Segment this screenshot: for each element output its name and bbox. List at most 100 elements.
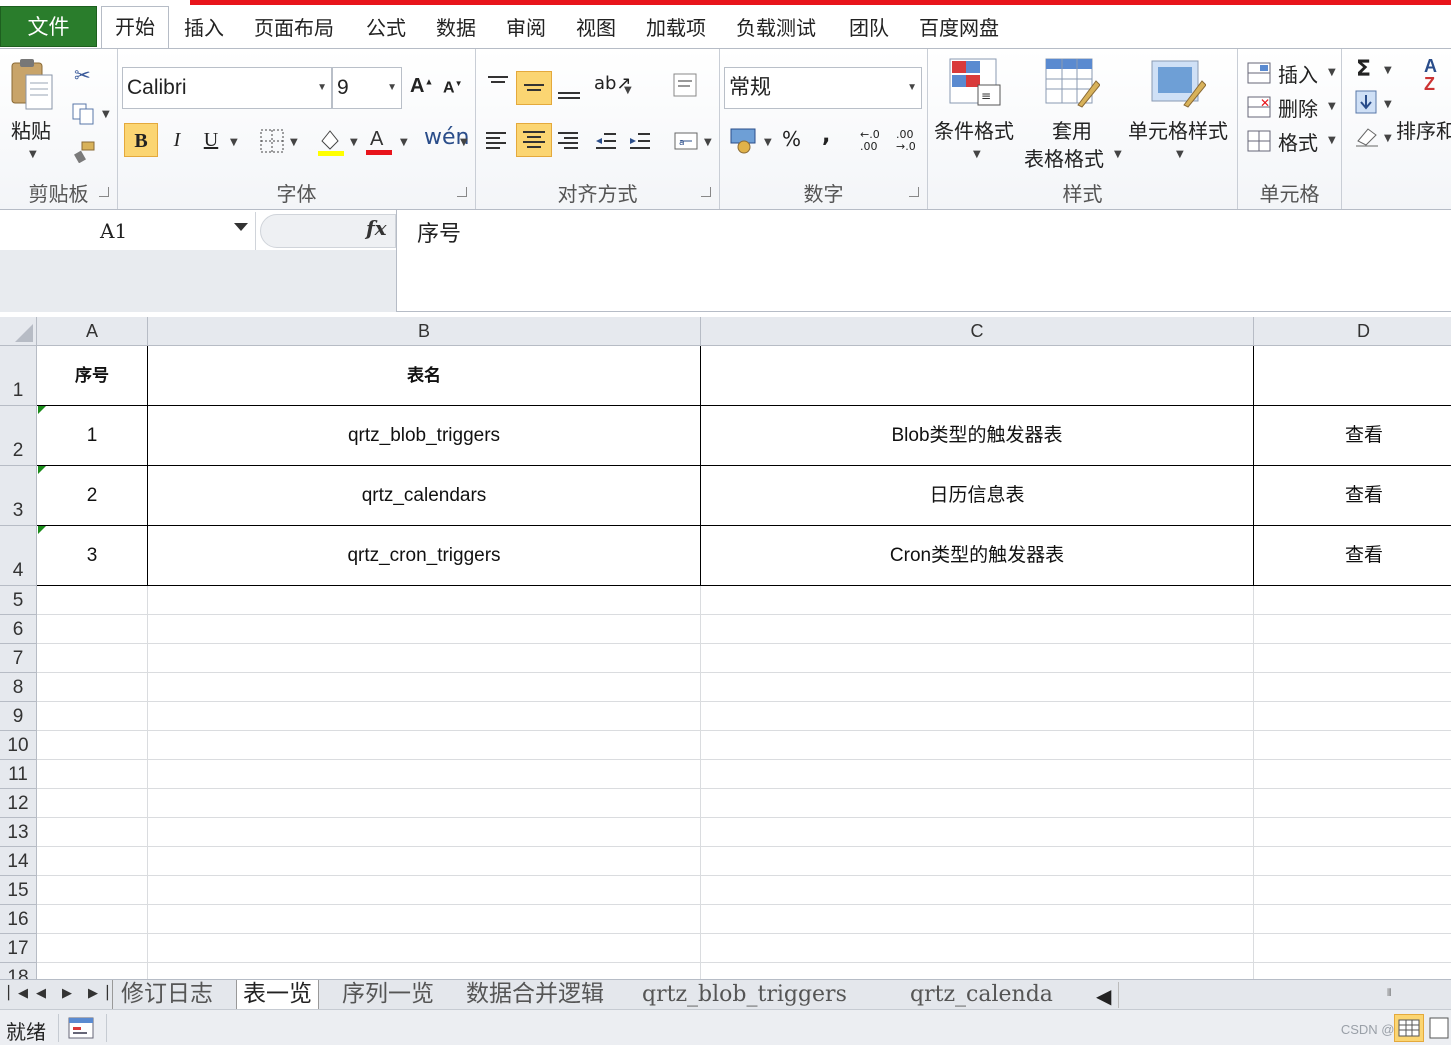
scroll-left-icon[interactable]: ◀	[1096, 984, 1111, 1008]
cell-d3-link[interactable]: 查看	[1254, 466, 1451, 525]
cell-b2[interactable]: qrtz_blob_triggers	[148, 406, 700, 465]
row-header-18[interactable]: 18	[0, 963, 37, 979]
cell-d4-link[interactable]: 查看	[1254, 526, 1451, 585]
row-header-14[interactable]: 14	[0, 847, 37, 876]
name-box-dropdown-icon[interactable]	[234, 223, 248, 231]
copy-dropdown-icon[interactable]: ▼	[102, 109, 110, 120]
page-layout-view-icon[interactable]	[1428, 1016, 1450, 1044]
wrap-text-icon[interactable]	[672, 71, 700, 103]
cell-d2-link[interactable]: 查看	[1254, 406, 1451, 465]
clear-icon[interactable]	[1354, 125, 1380, 151]
font-color-icon[interactable]: A	[364, 125, 394, 161]
font-name-combo[interactable]: Calibri ▼	[122, 67, 332, 109]
cell-b3[interactable]: qrtz_calendars	[148, 466, 700, 525]
tab-baidu-netdisk[interactable]: 百度网盘	[919, 12, 999, 41]
format-as-table-dropdown-icon[interactable]: ▼	[1114, 149, 1122, 160]
row-header-3[interactable]: 3	[0, 466, 37, 526]
name-box[interactable]: A1	[0, 212, 256, 250]
increase-decimal-icon[interactable]: ←.0.00	[860, 129, 880, 153]
cell-c3[interactable]: 日历信息表	[701, 466, 1253, 525]
format-as-table-icon[interactable]	[1044, 57, 1101, 113]
paste-button[interactable]	[10, 57, 54, 115]
conditional-format-label[interactable]: 条件格式	[934, 115, 1014, 144]
shrink-font-icon[interactable]: A▼	[443, 79, 462, 97]
column-header-a[interactable]: A	[37, 317, 148, 346]
accounting-format-icon[interactable]	[730, 125, 760, 159]
tab-page-layout[interactable]: 页面布局	[254, 12, 334, 41]
merge-center-icon[interactable]: a	[674, 129, 698, 157]
select-all-button[interactable]	[0, 317, 37, 346]
last-sheet-icon[interactable]: ▶▕	[88, 986, 108, 1001]
underline-dropdown-icon[interactable]: ▼	[230, 137, 238, 148]
row-header-7[interactable]: 7	[0, 644, 37, 673]
row-header-16[interactable]: 16	[0, 905, 37, 934]
underline-button[interactable]: U	[194, 123, 228, 157]
worksheet-grid[interactable]: A B C D 1 2 3 4 5 6 7 8 9 10 11 12 13 14…	[0, 317, 1451, 979]
align-bottom-icon[interactable]	[556, 71, 584, 109]
sheet-tab-table-list[interactable]: 表一览	[236, 980, 319, 1009]
sort-filter-label[interactable]: 排序和	[1396, 115, 1451, 144]
conditional-format-icon[interactable]: ≡	[948, 57, 1002, 113]
first-sheet-icon[interactable]: ▏◀	[8, 986, 28, 1001]
grow-font-icon[interactable]: A▲	[410, 75, 433, 98]
row-header-11[interactable]: 11	[0, 760, 37, 789]
tab-file[interactable]: 文件	[0, 6, 97, 47]
fill-dropdown-icon[interactable]: ▼	[1384, 99, 1392, 110]
next-sheet-icon[interactable]: ▶	[62, 986, 72, 1001]
orientation-dropdown-icon[interactable]: ▼	[624, 85, 632, 96]
row-header-2[interactable]: 2	[0, 406, 37, 466]
row-header-12[interactable]: 12	[0, 789, 37, 818]
italic-button[interactable]: I	[160, 123, 194, 157]
clipboard-launcher-icon[interactable]	[99, 187, 109, 197]
column-header-d[interactable]: D	[1254, 317, 1451, 346]
clear-dropdown-icon[interactable]: ▼	[1384, 133, 1392, 144]
align-center-icon[interactable]	[516, 123, 552, 157]
phonetic-dropdown-icon[interactable]: ▼	[460, 137, 468, 148]
align-top-icon[interactable]	[486, 71, 510, 99]
cell-styles-label[interactable]: 单元格样式	[1128, 115, 1228, 144]
conditional-format-dropdown-icon[interactable]: ▼	[973, 149, 981, 160]
increase-indent-icon[interactable]	[628, 129, 652, 157]
row-header-6[interactable]: 6	[0, 615, 37, 644]
row-header-15[interactable]: 15	[0, 876, 37, 905]
tab-load-test[interactable]: 负载测试	[736, 12, 816, 41]
tab-review[interactable]: 审阅	[506, 12, 546, 41]
horizontal-scrollbar[interactable]: ⦀	[1118, 982, 1451, 1008]
tab-home[interactable]: 开始	[101, 6, 169, 49]
cell-a4[interactable]: 3	[37, 526, 147, 585]
row-header-8[interactable]: 8	[0, 673, 37, 702]
tab-formulas[interactable]: 公式	[366, 12, 406, 41]
row-header-13[interactable]: 13	[0, 818, 37, 847]
autosum-dropdown-icon[interactable]: ▼	[1384, 65, 1392, 76]
cell-a3[interactable]: 2	[37, 466, 147, 525]
font-size-combo[interactable]: 9 ▼	[332, 67, 402, 109]
cell-c1[interactable]	[701, 346, 1253, 405]
sheet-tab-qrtz-blob-triggers[interactable]: qrtz_blob_triggers	[636, 980, 853, 1009]
decrease-indent-icon[interactable]	[594, 129, 618, 157]
align-left-icon[interactable]	[484, 127, 510, 157]
percent-button[interactable]: %	[782, 127, 801, 151]
column-header-b[interactable]: B	[148, 317, 701, 346]
row-header-4[interactable]: 4	[0, 526, 37, 586]
row-header-9[interactable]: 9	[0, 702, 37, 731]
tab-data[interactable]: 数据	[436, 12, 476, 41]
align-right-icon[interactable]	[556, 127, 582, 157]
prev-sheet-icon[interactable]: ◀	[36, 986, 46, 1001]
row-header-17[interactable]: 17	[0, 934, 37, 963]
cell-c2[interactable]: Blob类型的触发器表	[701, 406, 1253, 465]
tab-team[interactable]: 团队	[849, 12, 889, 41]
decrease-decimal-icon[interactable]: .00 →.0	[896, 129, 916, 153]
tab-addins[interactable]: 加载项	[646, 12, 706, 41]
font-color-dropdown-icon[interactable]: ▼	[400, 137, 408, 148]
format-as-table-label-2[interactable]: 表格格式	[1024, 143, 1104, 172]
number-launcher-icon[interactable]	[909, 187, 919, 197]
autosum-button[interactable]: Σ	[1356, 57, 1371, 82]
cell-d1[interactable]	[1254, 346, 1451, 405]
align-middle-icon[interactable]	[516, 71, 552, 105]
macro-record-icon[interactable]	[68, 1016, 96, 1044]
sheet-tab-sequence-list[interactable]: 序列一览	[334, 980, 442, 1009]
bold-button[interactable]: B	[124, 123, 158, 157]
fill-color-dropdown-icon[interactable]: ▼	[350, 137, 358, 148]
tab-insert[interactable]: 插入	[184, 12, 224, 41]
cell-b4[interactable]: qrtz_cron_triggers	[148, 526, 700, 585]
